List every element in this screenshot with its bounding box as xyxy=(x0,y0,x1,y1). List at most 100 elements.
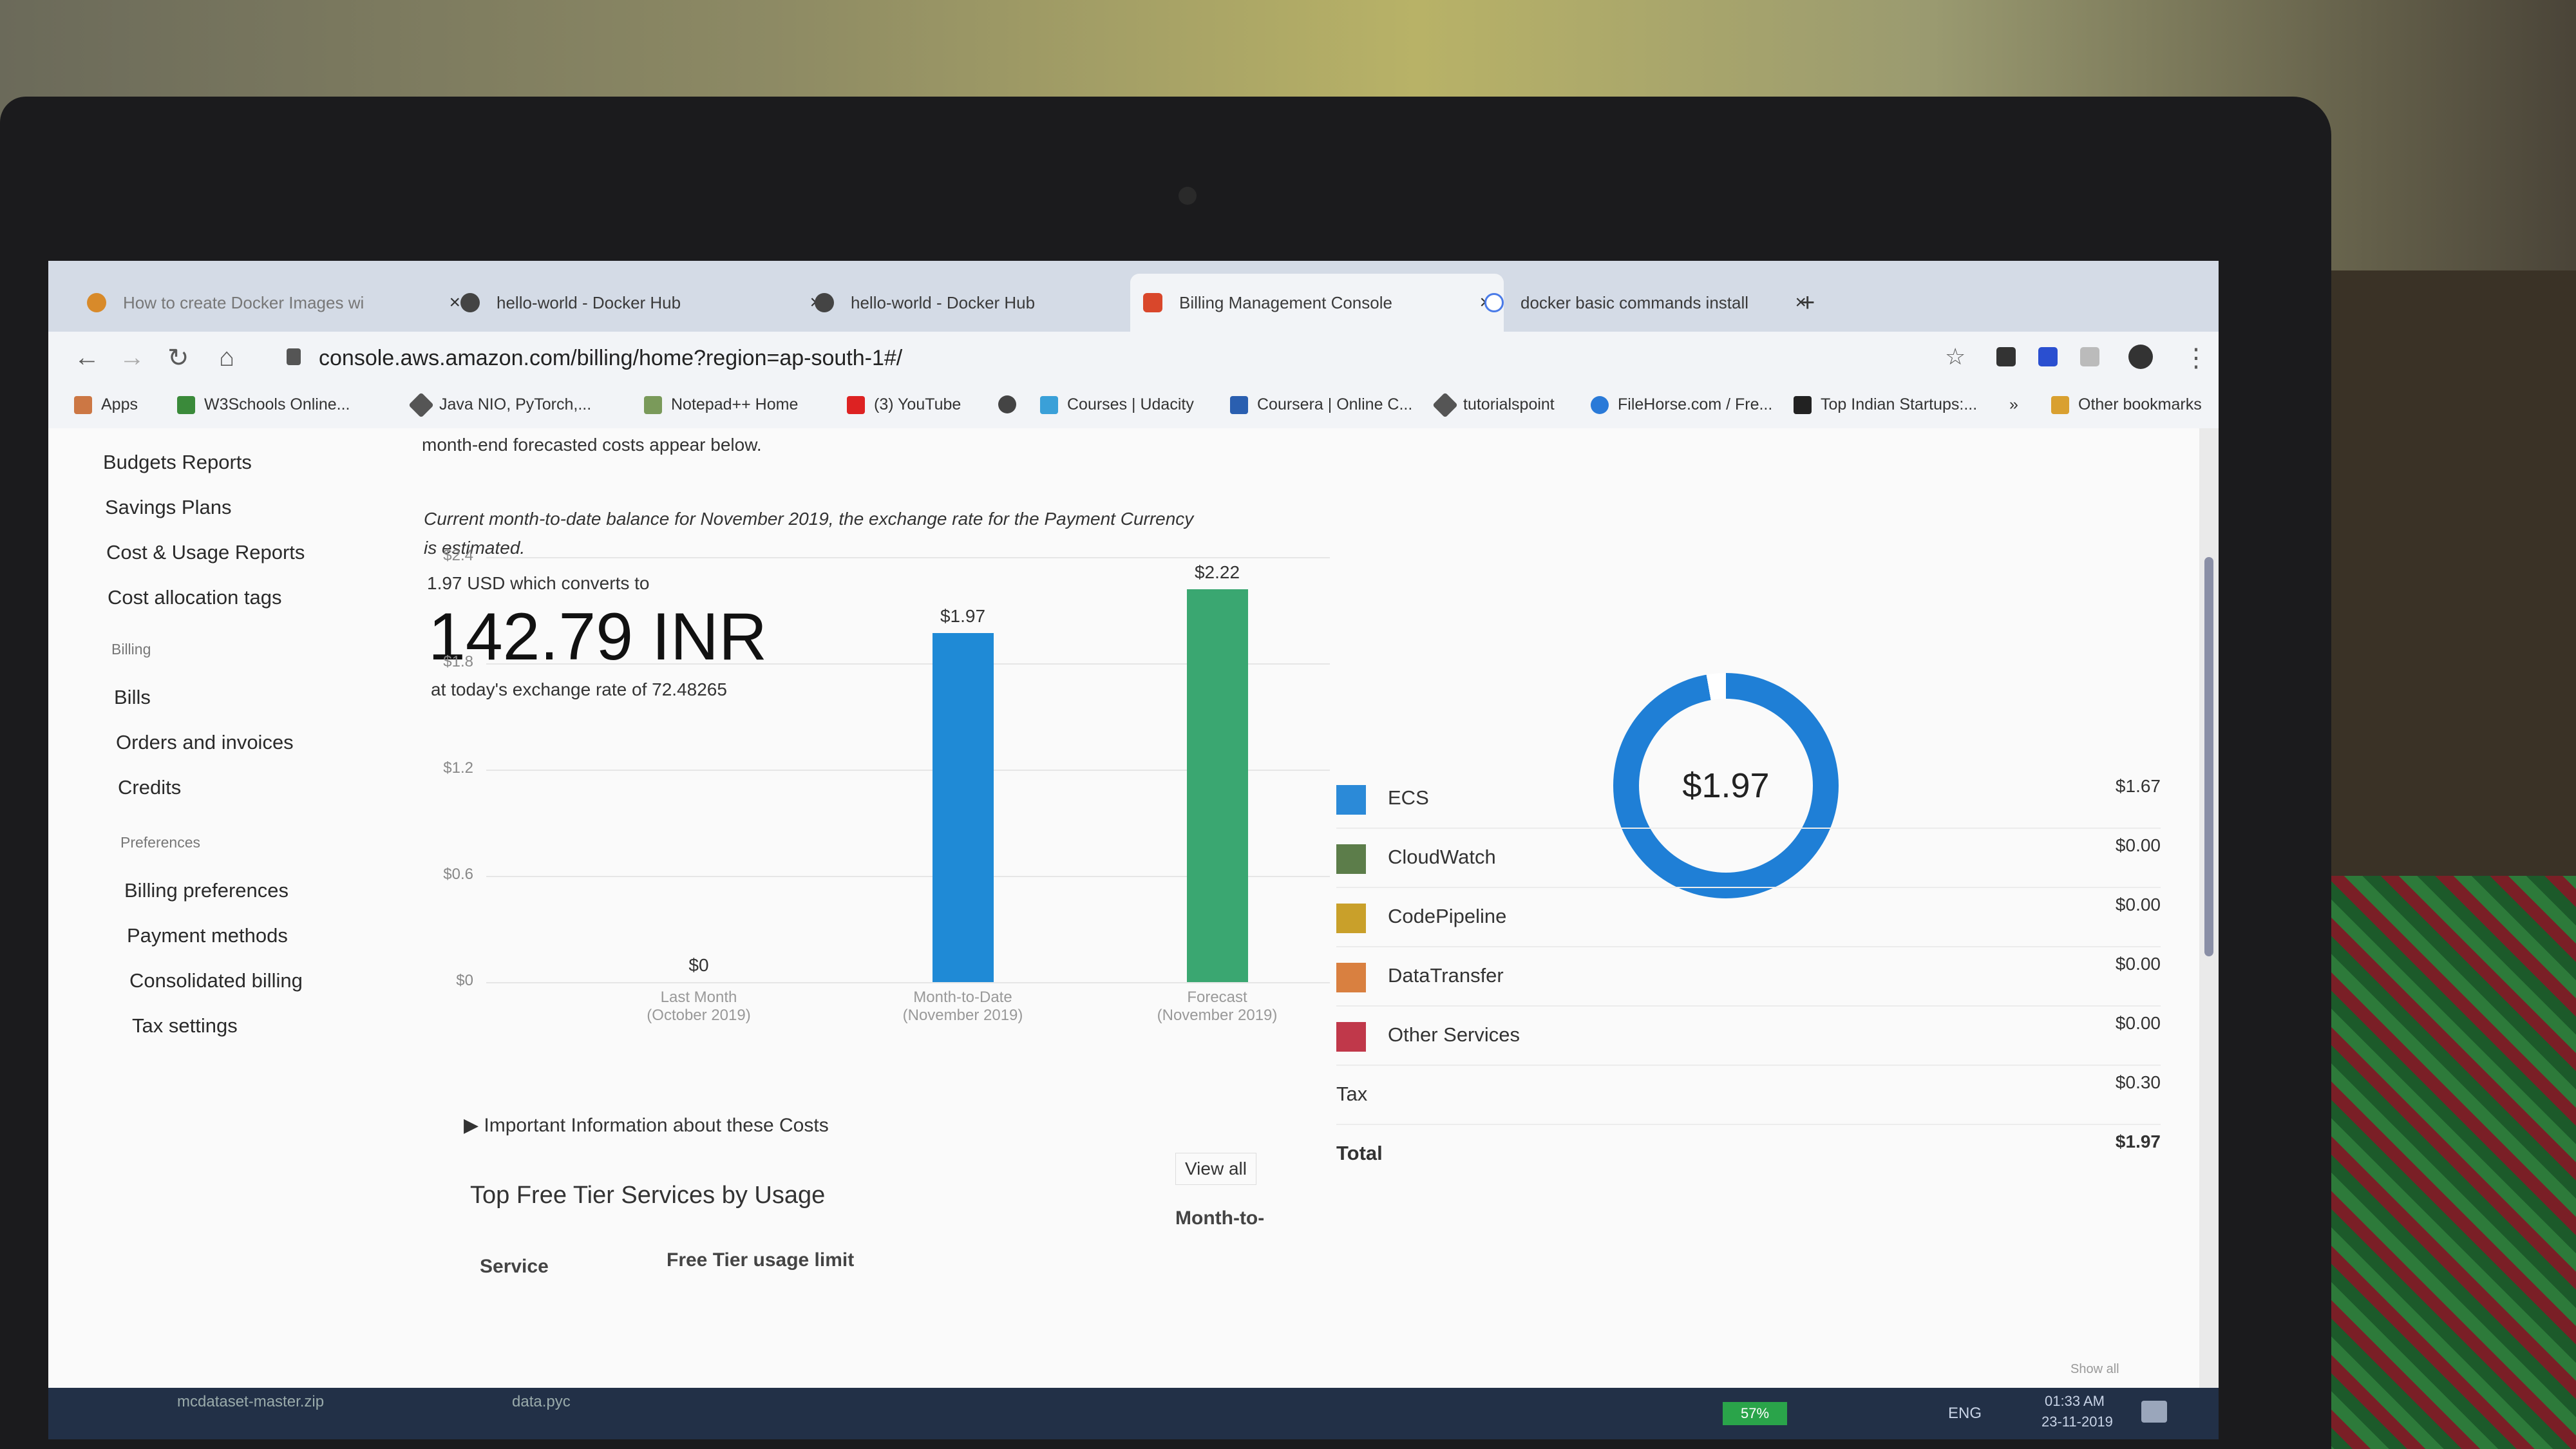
scrollbar-thumb[interactable] xyxy=(2204,557,2213,956)
language-indicator[interactable]: ENG xyxy=(1948,1405,1982,1423)
tab-docker-hub-1[interactable]: hello-world - Docker Hub × xyxy=(448,274,834,332)
coursera-icon xyxy=(1230,395,1248,414)
notepad-icon xyxy=(644,395,662,414)
y-tick-label: $2.4 xyxy=(443,547,473,564)
tab-billing-console[interactable]: Billing Management Console × xyxy=(1130,274,1504,332)
bookmark-tutorialspoint[interactable]: tutorialspoint xyxy=(1432,392,1555,418)
sidebar-item-savings-plans[interactable]: Savings Plans xyxy=(105,496,231,519)
important-info-toggle[interactable]: ▶ Important Information about these Cost… xyxy=(464,1114,829,1137)
download-item[interactable]: data.pyc xyxy=(512,1393,571,1411)
x-axis-label-line: Last Month xyxy=(660,989,737,1006)
bookmark-startups[interactable]: Top Indian Startups:... xyxy=(1794,395,1977,414)
bookmark-coursera[interactable]: Coursera | Online C... xyxy=(1230,395,1412,414)
column-service: Service xyxy=(480,1256,549,1277)
sidebar-item-cost-usage-reports[interactable]: Cost & Usage Reports xyxy=(106,541,305,564)
forward-icon[interactable]: → xyxy=(119,343,145,372)
extension-icon[interactable] xyxy=(2038,347,2058,366)
bookmark-notepad[interactable]: Notepad++ Home xyxy=(644,395,798,414)
sidebar-item-tax-settings[interactable]: Tax settings xyxy=(132,1014,238,1037)
battery-indicator[interactable]: 57% xyxy=(1723,1402,1787,1425)
tab-docker-images[interactable]: How to create Docker Images wi × xyxy=(74,274,473,332)
legend-swatch xyxy=(1336,904,1366,933)
menu-icon[interactable]: ⋮ xyxy=(2183,343,2209,373)
bookmark-label: Courses | Udacity xyxy=(1067,395,1194,413)
bookmark-filehorse[interactable]: FileHorse.com / Fre... xyxy=(1591,395,1772,414)
x-axis-label-line: (November 2019) xyxy=(1157,1007,1278,1024)
new-tab-button[interactable]: + xyxy=(1800,274,1839,332)
bookmark-label: Apps xyxy=(101,395,138,413)
clock-time[interactable]: 01:33 AM xyxy=(2045,1393,2105,1410)
tab-docker-commands[interactable]: docker basic commands install × xyxy=(1465,274,1819,332)
bookmark-java-nio[interactable]: Java NIO, PyTorch,... xyxy=(408,392,592,418)
tab-label: How to create Docker Images wi xyxy=(123,292,365,312)
webcam xyxy=(1179,187,1197,205)
windows-taskbar: mcdataset-master.zip data.pyc Show all 5… xyxy=(48,1362,2219,1439)
x-axis-label-line: (November 2019) xyxy=(902,1007,1023,1024)
reload-icon[interactable]: ↻ xyxy=(167,343,189,373)
bookmark-icon xyxy=(408,392,434,418)
tab-label: docker basic commands install xyxy=(1520,292,1749,312)
bookmark-udacity[interactable]: Courses | Udacity xyxy=(1040,395,1194,414)
bookmark-label: FileHorse.com / Fre... xyxy=(1618,395,1773,413)
other-bookmarks[interactable]: Other bookmarks xyxy=(2051,395,2202,414)
service-cost: $1.67 xyxy=(2115,776,2161,796)
download-item[interactable]: mcdataset-master.zip xyxy=(177,1393,324,1411)
show-all-downloads[interactable]: Show all xyxy=(2070,1362,2119,1377)
chart-bar[interactable] xyxy=(932,633,994,982)
sidebar-heading-preferences: Preferences xyxy=(120,834,201,851)
tax-value: $0.30 xyxy=(2115,1072,2161,1092)
sidebar-item-bills[interactable]: Bills xyxy=(114,686,151,709)
sidebar-item-budgets-reports[interactable]: Budgets Reports xyxy=(103,451,252,474)
sidebar-item-consolidated-billing[interactable]: Consolidated billing xyxy=(129,969,303,992)
filehorse-icon xyxy=(1591,395,1609,414)
clock-date[interactable]: 23-11-2019 xyxy=(2041,1414,2113,1430)
y-tick-label: $1.2 xyxy=(443,759,473,777)
notification-icon[interactable] xyxy=(2141,1401,2167,1423)
profile-avatar[interactable] xyxy=(2128,345,2153,369)
service-name: ECS xyxy=(1388,786,1429,809)
sidebar-heading-billing: Billing xyxy=(111,641,151,658)
bookmark-label: Notepad++ Home xyxy=(671,395,799,413)
service-row-ecs: ECS $1.67 xyxy=(1336,770,2161,829)
tab-favicon xyxy=(87,293,106,312)
tab-label: Billing Management Console xyxy=(1179,292,1392,312)
bar-value-label: $0 xyxy=(688,955,709,975)
view-all-button[interactable]: View all xyxy=(1175,1153,1256,1185)
service-name: CodePipeline xyxy=(1388,905,1507,927)
sidebar-item-orders-invoices[interactable]: Orders and invoices xyxy=(116,731,294,754)
sidebar-item-credits[interactable]: Credits xyxy=(118,776,181,799)
bookmark-w3schools[interactable]: W3Schools Online... xyxy=(177,395,350,414)
bookmark-apps[interactable]: Apps xyxy=(74,395,138,414)
tab-label: hello-world - Docker Hub xyxy=(851,292,1036,312)
more-bookmarks-button[interactable]: » xyxy=(2009,395,2018,414)
bookmark-icon xyxy=(1432,392,1458,418)
tab-bar: How to create Docker Images wi × hello-w… xyxy=(48,261,2219,332)
bookmark-label: W3Schools Online... xyxy=(204,395,350,413)
service-row-datatransfer: DataTransfer $0.00 xyxy=(1336,947,2161,1007)
service-name: CloudWatch xyxy=(1388,846,1496,868)
service-cost: $0.00 xyxy=(2115,954,2161,974)
home-icon[interactable]: ⌂ xyxy=(219,343,234,372)
bookmark-label: Other bookmarks xyxy=(2078,395,2202,413)
bookmark-label: Coursera | Online C... xyxy=(1257,395,1413,413)
service-cost: $0.00 xyxy=(2115,835,2161,855)
sidebar-item-cost-allocation-tags[interactable]: Cost allocation tags xyxy=(108,586,282,609)
bookmark-globe[interactable] xyxy=(998,395,1025,413)
sidebar-item-billing-preferences[interactable]: Billing preferences xyxy=(124,879,289,902)
total-label: Total xyxy=(1336,1142,1383,1164)
star-icon[interactable]: ☆ xyxy=(1945,343,1965,370)
bookmark-youtube[interactable]: (3) YouTube xyxy=(847,395,961,414)
docker-hub-icon xyxy=(815,293,834,312)
extension-icon[interactable] xyxy=(1996,347,2016,366)
extension-icon[interactable] xyxy=(2080,347,2099,366)
bookmark-label: Java NIO, PyTorch,... xyxy=(439,395,592,413)
url-field[interactable]: console.aws.amazon.com/billing/home?regi… xyxy=(319,346,902,371)
back-icon[interactable]: ← xyxy=(74,343,100,372)
service-row-other: Other Services $0.00 xyxy=(1336,1007,2161,1066)
tab-docker-hub-2[interactable]: hello-world - Docker Hub × xyxy=(802,274,1175,332)
x-axis-label: Last Month (October 2019) xyxy=(615,989,782,1025)
chart-bar[interactable] xyxy=(1186,589,1248,982)
bookmark-label: tutorialspoint xyxy=(1463,395,1555,413)
sidebar-item-payment-methods[interactable]: Payment methods xyxy=(127,924,288,947)
legend-swatch xyxy=(1336,1022,1366,1052)
